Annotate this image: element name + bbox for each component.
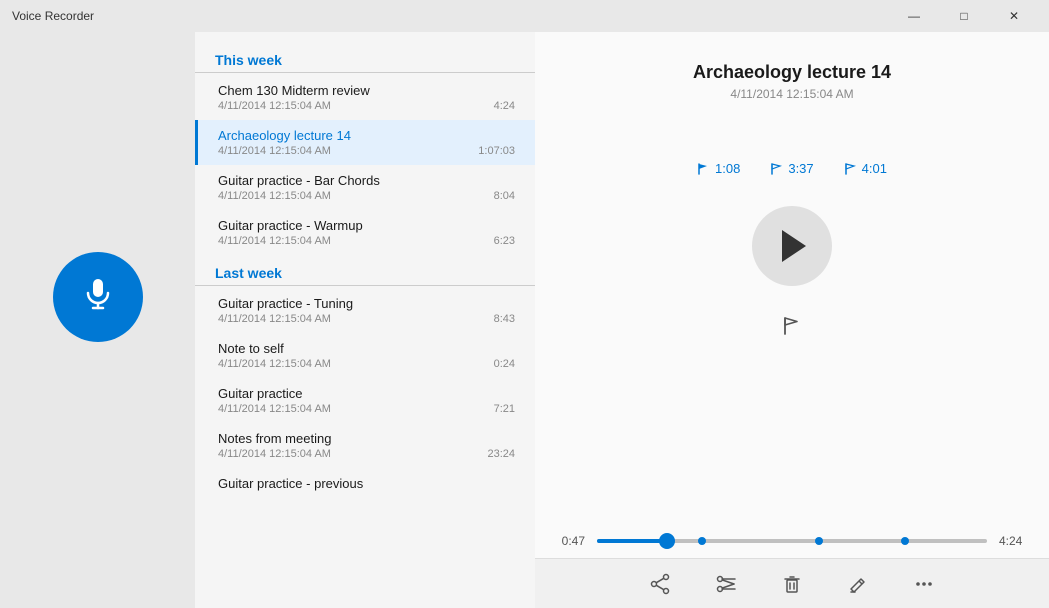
window-controls: — □ ✕ — [891, 0, 1037, 32]
item-date: 4/11/2014 12:15:04 AM — [218, 313, 331, 325]
minimize-button[interactable]: — — [891, 0, 937, 32]
recording-item[interactable]: Guitar practice - Tuning 4/11/2014 12:15… — [195, 288, 535, 333]
item-name: Chem 130 Midterm review — [218, 83, 515, 98]
item-name: Note to self — [218, 341, 515, 356]
item-meta: 4/11/2014 12:15:04 AM 1:07:03 — [218, 145, 515, 157]
item-meta: 4/11/2014 12:15:04 AM 6:23 — [218, 235, 515, 247]
recording-item[interactable]: Guitar practice - Bar Chords 4/11/2014 1… — [195, 165, 535, 210]
play-area — [752, 206, 832, 286]
item-duration: 0:24 — [494, 358, 515, 370]
item-meta: 4/11/2014 12:15:04 AM 23:24 — [218, 448, 515, 460]
item-name: Guitar practice — [218, 386, 515, 401]
play-icon — [782, 230, 806, 262]
recording-item[interactable]: Notes from meeting 4/11/2014 12:15:04 AM… — [195, 423, 535, 468]
recording-item[interactable]: Guitar practice 4/11/2014 12:15:04 AM 7:… — [195, 378, 535, 423]
flag-icon — [844, 162, 858, 176]
flag-add-icon — [781, 315, 803, 337]
marker-dot-1 — [698, 537, 706, 545]
marker-label: 3:37 — [788, 161, 813, 176]
marker-2[interactable]: 3:37 — [770, 161, 813, 176]
item-name: Guitar practice - previous — [218, 476, 515, 491]
current-time: 0:47 — [555, 534, 585, 548]
flag-icon — [697, 162, 711, 176]
recording-list: This week Chem 130 Midterm review 4/11/2… — [195, 32, 535, 608]
markers-row: 1:08 3:37 4:01 — [697, 161, 887, 176]
marker-1[interactable]: 1:08 — [697, 161, 740, 176]
recording-item[interactable]: Note to self 4/11/2014 12:15:04 AM 0:24 — [195, 333, 535, 378]
rename-icon — [847, 573, 869, 595]
close-button[interactable]: ✕ — [991, 0, 1037, 32]
item-duration: 8:43 — [494, 313, 515, 325]
share-button[interactable] — [642, 566, 678, 602]
item-name: Guitar practice - Warmup — [218, 218, 515, 233]
progress-section: 0:47 4:24 — [555, 534, 1029, 548]
section-header-this-week: This week — [195, 42, 535, 73]
item-meta: 4/11/2014 12:15:04 AM 0:24 — [218, 358, 515, 370]
player-date: 4/11/2014 12:15:04 AM — [730, 87, 853, 101]
player-title: Archaeology lecture 14 — [693, 62, 891, 83]
item-date: 4/11/2014 12:15:04 AM — [218, 145, 331, 157]
record-button[interactable] — [53, 252, 143, 342]
item-date: 4/11/2014 12:15:04 AM — [218, 358, 331, 370]
item-name: Notes from meeting — [218, 431, 515, 446]
app-body: This week Chem 130 Midterm review 4/11/2… — [0, 32, 1049, 608]
item-duration: 8:04 — [494, 190, 515, 202]
player-panel: Archaeology lecture 14 4/11/2014 12:15:0… — [535, 32, 1049, 608]
marker-label: 1:08 — [715, 161, 740, 176]
marker-dot-3 — [901, 537, 909, 545]
progress-fill — [597, 539, 667, 543]
item-duration: 1:07:03 — [478, 145, 515, 157]
add-marker-button[interactable] — [776, 310, 808, 342]
progress-thumb[interactable] — [659, 533, 675, 549]
trim-icon — [715, 573, 737, 595]
item-name: Guitar practice - Bar Chords — [218, 173, 515, 188]
delete-icon — [781, 573, 803, 595]
item-date: 4/11/2014 12:15:04 AM — [218, 403, 331, 415]
item-date: 4/11/2014 12:15:04 AM — [218, 100, 331, 112]
more-options-button[interactable] — [906, 566, 942, 602]
item-meta: 4/11/2014 12:15:04 AM 7:21 — [218, 403, 515, 415]
item-date: 4/11/2014 12:15:04 AM — [218, 190, 331, 202]
total-time: 4:24 — [999, 534, 1029, 548]
item-meta: 4/11/2014 12:15:04 AM 8:43 — [218, 313, 515, 325]
item-name: Guitar practice - Tuning — [218, 296, 515, 311]
recording-item-active[interactable]: Archaeology lecture 14 4/11/2014 12:15:0… — [195, 120, 535, 165]
maximize-button[interactable]: □ — [941, 0, 987, 32]
recording-item[interactable]: Guitar practice - Warmup 4/11/2014 12:15… — [195, 210, 535, 255]
more-icon — [913, 573, 935, 595]
play-button[interactable] — [752, 206, 832, 286]
share-icon — [649, 573, 671, 595]
rename-button[interactable] — [840, 566, 876, 602]
sidebar — [0, 32, 195, 608]
item-meta: 4/11/2014 12:15:04 AM 4:24 — [218, 100, 515, 112]
trim-button[interactable] — [708, 566, 744, 602]
section-header-last-week: Last week — [195, 255, 535, 286]
delete-button[interactable] — [774, 566, 810, 602]
progress-track — [597, 539, 987, 543]
bottom-toolbar — [535, 558, 1049, 608]
item-duration: 6:23 — [494, 235, 515, 247]
title-bar: Voice Recorder — □ ✕ — [0, 0, 1049, 32]
recording-item[interactable]: Guitar practice - previous — [195, 468, 535, 501]
microphone-icon — [80, 275, 116, 319]
recording-item[interactable]: Chem 130 Midterm review 4/11/2014 12:15:… — [195, 75, 535, 120]
item-duration: 23:24 — [487, 448, 515, 460]
item-date: 4/11/2014 12:15:04 AM — [218, 235, 331, 247]
marker-3[interactable]: 4:01 — [844, 161, 887, 176]
progress-bar[interactable] — [597, 539, 987, 543]
item-duration: 7:21 — [494, 403, 515, 415]
item-name: Archaeology lecture 14 — [218, 128, 515, 143]
marker-label: 4:01 — [862, 161, 887, 176]
marker-dot-2 — [815, 537, 823, 545]
item-meta: 4/11/2014 12:15:04 AM 8:04 — [218, 190, 515, 202]
item-date: 4/11/2014 12:15:04 AM — [218, 448, 331, 460]
item-duration: 4:24 — [494, 100, 515, 112]
flag-icon — [770, 162, 784, 176]
add-marker-area — [776, 310, 808, 342]
app-title: Voice Recorder — [12, 9, 94, 23]
